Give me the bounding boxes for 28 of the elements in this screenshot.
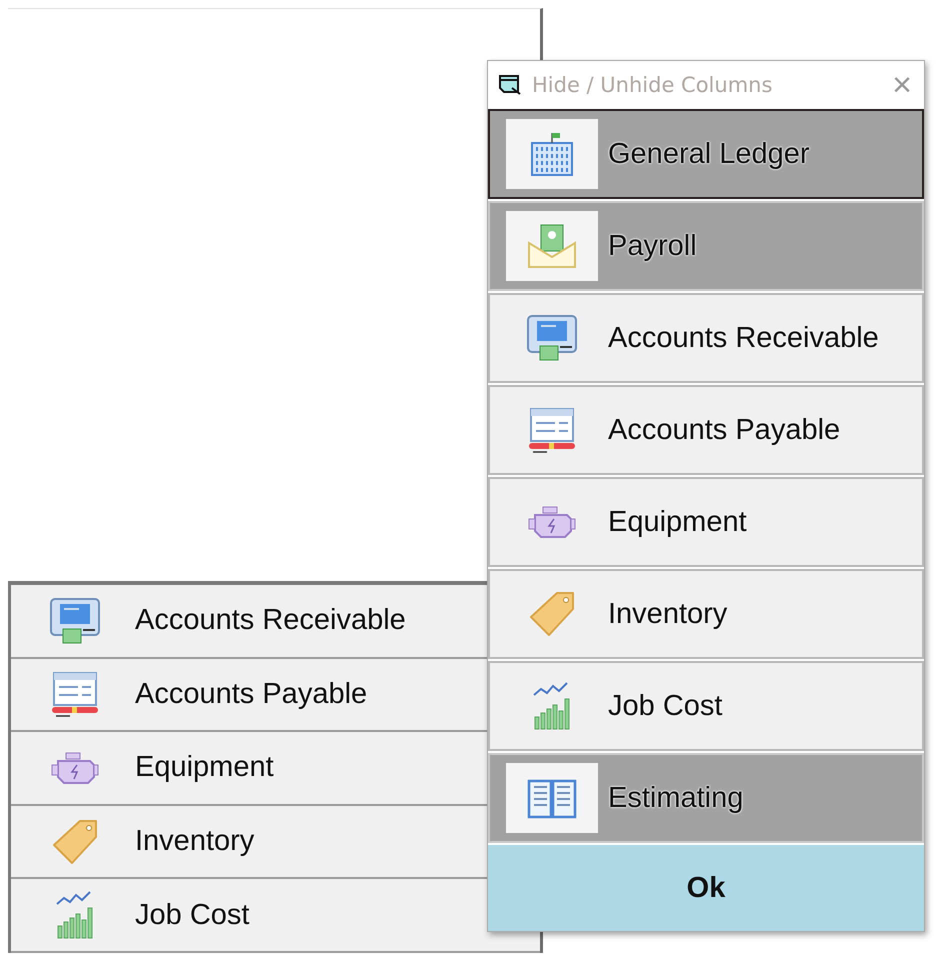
column-label: Job Cost (135, 898, 250, 932)
column-toggle-button[interactable]: Accounts Payable (488, 385, 924, 475)
engine-icon (527, 505, 577, 539)
column-toggle-button[interactable]: Job Cost (488, 661, 924, 751)
column-label: Accounts Payable (135, 678, 368, 711)
envelope-icon (527, 223, 577, 269)
column-label: Inventory (135, 825, 254, 858)
column-toggle-button[interactable]: Payroll (488, 201, 924, 291)
window-icon (498, 74, 522, 96)
column-toggle-button[interactable]: Estimating (488, 753, 924, 843)
column-toggle-button[interactable]: Equipment (488, 477, 924, 567)
column-header[interactable]: Job Cost (11, 879, 540, 953)
column-toggle-button[interactable]: Inventory (488, 569, 924, 659)
form-icon (527, 407, 577, 453)
column-toggle-button[interactable]: Accounts Receivable (488, 293, 924, 383)
atm-icon (526, 314, 578, 362)
tag-icon (529, 591, 575, 637)
tag-icon (52, 818, 98, 865)
engine-icon (50, 750, 100, 785)
ok-button[interactable]: Ok (488, 845, 924, 931)
window-title: Hide / Unhide Columns (532, 73, 774, 97)
building-icon (529, 131, 575, 177)
atm-icon (49, 596, 101, 645)
column-label: Equipment (135, 751, 274, 784)
form-icon (50, 671, 100, 718)
book-icon (527, 777, 577, 819)
column-toggle-button[interactable]: General Ledger (488, 109, 924, 199)
column-label: Accounts Receivable (135, 604, 406, 638)
